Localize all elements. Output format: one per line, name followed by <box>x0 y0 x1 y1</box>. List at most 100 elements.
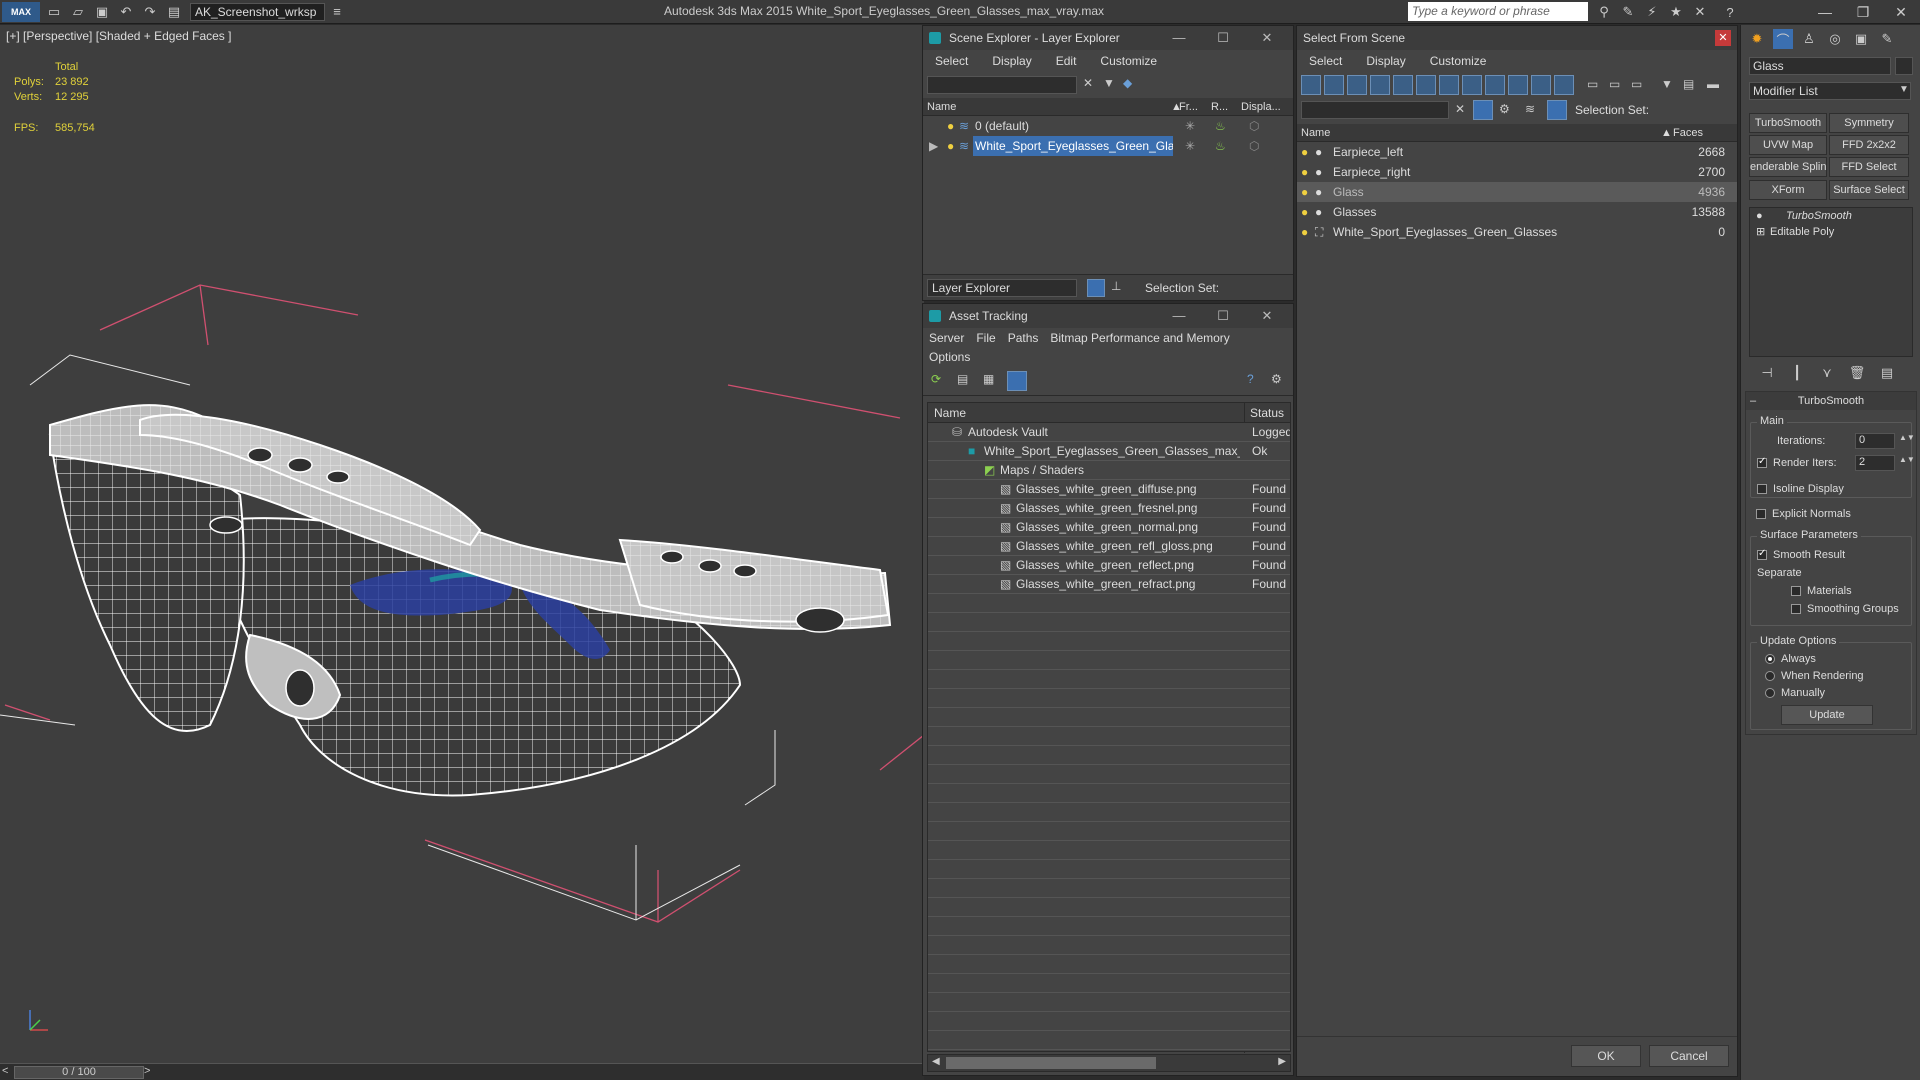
smoothing-groups-checkbox[interactable]: Smoothing Groups <box>1791 603 1899 615</box>
scene-explorer-find-input[interactable] <box>927 76 1077 94</box>
clear-icon[interactable]: ✕ <box>1455 102 1465 116</box>
lights-filter-icon[interactable] <box>1347 75 1367 95</box>
turbosmooth-modifier-button[interactable]: TurboSmooth <box>1749 113 1827 133</box>
search-input[interactable]: Type a keyword or phrase <box>1408 2 1588 21</box>
hierarchy-icon[interactable] <box>1547 100 1567 120</box>
scroll-right-icon[interactable]: ▶ <box>1278 1056 1286 1067</box>
close-icon[interactable]: ✕ <box>1245 304 1289 328</box>
filter-icon[interactable]: ▼ <box>1103 76 1115 90</box>
col-status[interactable]: Status <box>1250 403 1284 423</box>
pin-stack-icon[interactable]: ⊣ <box>1757 363 1777 383</box>
lightbulb-icon[interactable]: ● <box>947 136 954 156</box>
rollout-header[interactable]: – TurboSmooth <box>1746 392 1916 410</box>
workspace-menu-icon[interactable]: ≡ <box>327 2 347 22</box>
minimize-icon[interactable]: — <box>1157 304 1201 328</box>
workspace-dropdown[interactable]: AK_Screenshot_wrksp <box>190 2 325 21</box>
expand-arrow-icon[interactable]: ▶ <box>929 136 938 156</box>
motion-tab-icon[interactable]: ◎ <box>1825 29 1845 49</box>
object-color-swatch[interactable] <box>1895 57 1913 75</box>
make-unique-icon[interactable]: ⋎ <box>1817 363 1837 383</box>
hierarchy-tab-icon[interactable]: ♙ <box>1799 29 1819 49</box>
materials-checkbox[interactable]: Materials <box>1791 585 1852 597</box>
spinner-arrows-icon[interactable]: ▲▼ <box>1899 455 1915 464</box>
minimize-icon[interactable]: — <box>1157 26 1201 50</box>
modifier-list-dropdown[interactable]: Modifier List <box>1749 82 1911 100</box>
create-tab-icon[interactable]: ✹ <box>1747 29 1767 49</box>
find-case-icon[interactable]: ⚙ <box>1499 102 1510 116</box>
spinner-arrows-icon[interactable]: ▲▼ <box>1899 433 1915 442</box>
filter-icon[interactable]: ▼ <box>1661 77 1673 91</box>
tools-icon[interactable]: ✎ <box>1618 2 1638 22</box>
asset-tracking-titlebar[interactable]: Asset Tracking — ☐ ✕ <box>923 304 1293 328</box>
asset-row[interactable]: ▧ Glasses_white_green_refl_gloss.png Fou… <box>928 537 1290 556</box>
symmetry-modifier-button[interactable]: Symmetry <box>1829 113 1909 133</box>
maximize-icon[interactable]: ☐ <box>1201 304 1245 328</box>
tree-view-icon[interactable]: ▦ <box>983 372 994 386</box>
object-row[interactable]: ● ● Earpiece_right 2700 <box>1297 162 1737 182</box>
select-find-input[interactable] <box>1301 101 1449 119</box>
lightbulb-icon[interactable]: ● <box>1301 222 1308 242</box>
cancel-button[interactable]: Cancel <box>1649 1045 1729 1067</box>
utilities-tab-icon[interactable]: ✎ <box>1877 29 1897 49</box>
time-slider-thumb[interactable]: 0 / 100 <box>14 1066 144 1079</box>
menu-options[interactable]: Options <box>923 350 976 364</box>
layers-icon[interactable]: ≋ <box>1525 102 1535 116</box>
smooth-result-checkbox[interactable]: Smooth Result <box>1757 548 1845 561</box>
settings-icon[interactable]: ⚙ <box>1271 372 1282 386</box>
asset-row[interactable]: ▧ Glasses_white_green_refract.png Found <box>928 575 1290 594</box>
xrefs-filter-icon[interactable] <box>1462 75 1482 95</box>
xform-modifier-button[interactable]: XForm <box>1749 180 1827 200</box>
helpers-filter-icon[interactable] <box>1393 75 1413 95</box>
display-tab-icon[interactable]: ▣ <box>1851 29 1871 49</box>
col-name[interactable]: Name <box>934 403 966 423</box>
collapse-minus-icon[interactable]: – <box>1750 392 1756 410</box>
filter-toggle-icon[interactable] <box>1473 100 1493 120</box>
object-row[interactable]: ● ● Earpiece_left 2668 <box>1297 142 1737 162</box>
open-file-icon[interactable]: ▱ <box>68 2 88 22</box>
close-icon[interactable]: ✕ <box>1715 30 1731 46</box>
render-teapot-icon[interactable]: ♨ <box>1215 136 1226 156</box>
object-row-selected[interactable]: ● ● Glass 4936 <box>1297 182 1737 202</box>
restore-icon[interactable]: ❐ <box>1844 0 1882 24</box>
stack-item-editable-poly[interactable]: ⊞ Editable Poly <box>1750 224 1912 240</box>
scrollbar-thumb[interactable] <box>946 1057 1156 1069</box>
shapes-filter-icon[interactable] <box>1324 75 1344 95</box>
modify-tab-icon[interactable]: ⌒ <box>1773 29 1793 49</box>
explicit-normals-checkbox[interactable]: Explicit Normals <box>1756 508 1851 520</box>
select-from-scene-titlebar[interactable]: Select From Scene ✕ <box>1297 26 1737 50</box>
asset-row[interactable]: ▧ Glasses_white_green_normal.png Found <box>928 518 1290 537</box>
update-always-radio[interactable]: Always <box>1765 653 1816 665</box>
exchange-icon[interactable]: ✕ <box>1690 2 1710 22</box>
containers-filter-icon[interactable] <box>1508 75 1528 95</box>
scene-explorer-titlebar[interactable]: Scene Explorer - Layer Explorer — ☐ ✕ <box>923 26 1293 50</box>
spacewarps-filter-icon[interactable] <box>1416 75 1436 95</box>
update-button[interactable]: Update <box>1781 705 1873 725</box>
table-view-icon[interactable] <box>1007 371 1027 391</box>
show-end-result-icon[interactable]: ┃ <box>1787 363 1807 383</box>
menu-bitmap-performance[interactable]: Bitmap Performance and Memory <box>1044 331 1235 345</box>
stack-item-turbosmooth[interactable]: ● TurboSmooth <box>1750 208 1912 224</box>
display-box-icon[interactable]: ⬡ <box>1249 136 1259 156</box>
expand-plus-icon[interactable]: ⊞ <box>1756 224 1765 240</box>
render-iters-checkbox[interactable]: Render Iters: <box>1757 456 1837 469</box>
bones-filter-icon[interactable] <box>1485 75 1505 95</box>
close-icon[interactable]: ✕ <box>1245 26 1289 50</box>
list-view-icon[interactable]: ▤ <box>957 372 968 386</box>
connect-icon[interactable]: ⚡ <box>1642 2 1662 22</box>
select-none-icon[interactable]: ▭ <box>1609 77 1620 91</box>
layer-explorer-dropdown[interactable]: Layer Explorer <box>927 279 1077 297</box>
lightbulb-icon[interactable]: ● <box>1301 162 1308 182</box>
undo-icon[interactable]: ↶ <box>116 2 136 22</box>
minimize-icon[interactable]: — <box>1806 0 1844 24</box>
ffd-select-modifier-button[interactable]: FFD Select <box>1829 157 1909 177</box>
update-manually-radio[interactable]: Manually <box>1765 687 1825 699</box>
render-teapot-icon[interactable]: ♨ <box>1215 116 1226 136</box>
asset-row[interactable]: ◩ Maps / Shaders <box>928 461 1290 480</box>
menu-edit[interactable]: Edit <box>1044 54 1089 68</box>
hierarchy-icon[interactable]: ⊥ <box>1111 279 1121 293</box>
col-faces[interactable]: Faces <box>1673 124 1703 142</box>
select-invert-icon[interactable]: ▭ <box>1631 77 1642 91</box>
asset-row[interactable]: ⛁ Autodesk Vault Logged <box>928 423 1290 442</box>
surface-select-modifier-button[interactable]: Surface Select <box>1829 180 1909 200</box>
asset-row[interactable]: ▧ Glasses_white_green_fresnel.png Found <box>928 499 1290 518</box>
